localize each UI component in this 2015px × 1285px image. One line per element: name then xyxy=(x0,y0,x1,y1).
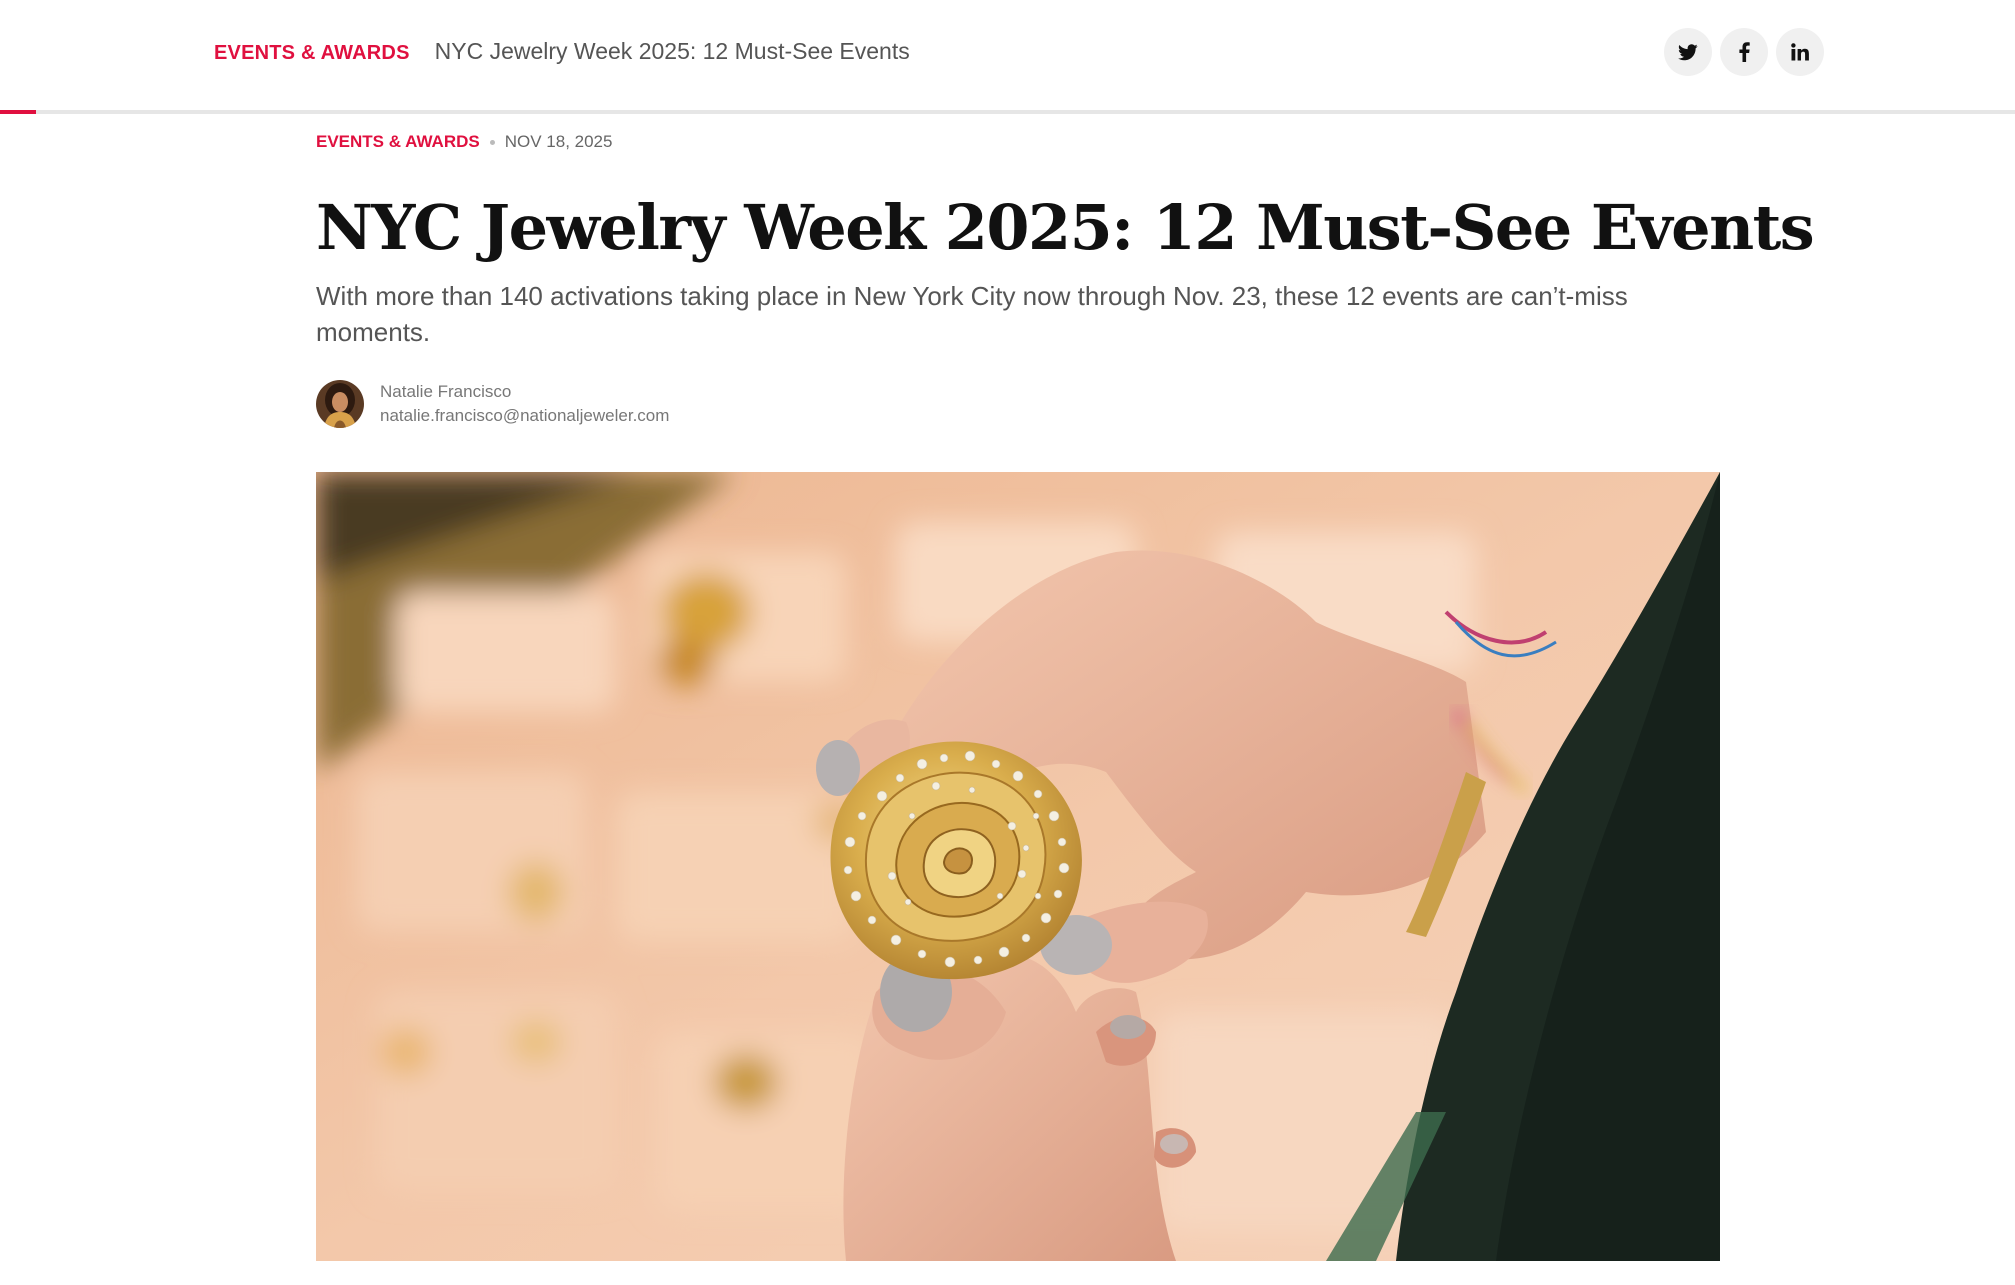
share-buttons xyxy=(1664,28,1824,76)
article-dek: With more than 140 activations taking pl… xyxy=(316,281,1628,347)
sticky-header: EVENTS & AWARDS NYC Jewelry Week 2025: 1… xyxy=(0,0,2015,114)
sticky-category-link[interactable]: EVENTS & AWARDS xyxy=(214,42,410,65)
author-name-link[interactable]: Natalie Francisco xyxy=(380,380,669,404)
share-facebook-button[interactable] xyxy=(1720,28,1768,76)
linkedin-icon xyxy=(1791,43,1809,61)
article-headline: NYC Jewelry Week 2025: 12 Must-See Event… xyxy=(316,191,1815,264)
author-email-link[interactable]: natalie.francisco@nationaljeweler.com xyxy=(380,404,669,428)
facebook-icon xyxy=(1738,42,1750,62)
sticky-article-title: NYC Jewelry Week 2025: 12 Must-See Event… xyxy=(434,38,910,64)
share-twitter-button[interactable] xyxy=(1664,28,1712,76)
reading-progress-track xyxy=(0,110,2015,114)
twitter-icon xyxy=(1678,43,1698,61)
hero-image xyxy=(316,472,1720,1261)
article-category-link[interactable]: EVENTS & AWARDS xyxy=(316,132,480,152)
sticky-header-title-group: EVENTS & AWARDS NYC Jewelry Week 2025: 1… xyxy=(214,38,910,65)
article-header: EVENTS & AWARDS NOV 18, 2025 NYC Jewelry… xyxy=(316,130,1815,428)
meta-separator-dot xyxy=(489,139,495,145)
article-date: NOV 18, 2025 xyxy=(504,132,613,151)
author-info: Natalie Francisco natalie.francisco@nati… xyxy=(380,380,669,428)
article-meta: EVENTS & AWARDS NOV 18, 2025 xyxy=(316,130,1720,154)
article-byline: Natalie Francisco natalie.francisco@nati… xyxy=(316,380,1720,428)
author-avatar[interactable] xyxy=(316,380,364,428)
share-linkedin-button[interactable] xyxy=(1776,28,1824,76)
reading-progress-fill xyxy=(0,110,37,114)
